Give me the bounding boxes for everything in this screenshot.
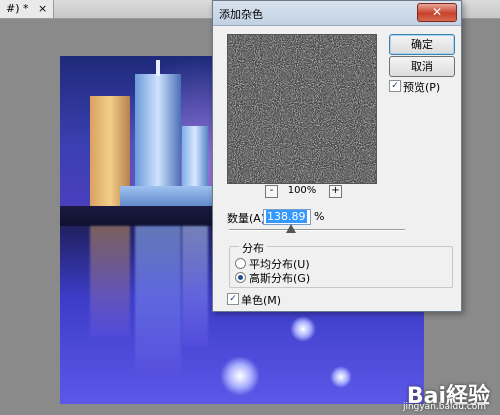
building-spire (156, 60, 160, 76)
reflection-left (90, 226, 130, 336)
dialog-titlebar[interactable]: 添加杂色 ✕ (213, 1, 461, 26)
light-reflection (220, 356, 260, 396)
baidu-watermark: Bai経验 jingyan.baidu.com (403, 378, 490, 412)
close-button[interactable]: ✕ (417, 3, 457, 22)
noise-preview-image (228, 35, 376, 183)
watermark-url: jingyan.baidu.com (402, 402, 486, 412)
amount-input[interactable]: 138.89 (263, 209, 311, 225)
amount-slider-track[interactable] (229, 229, 405, 231)
zoom-controls: - 100% + (227, 185, 377, 201)
light-reflection (330, 366, 352, 388)
zoom-out-button[interactable]: - (265, 185, 278, 198)
amount-slider-thumb[interactable] (285, 224, 296, 233)
dialog-title: 添加杂色 (219, 8, 263, 21)
zoom-in-button[interactable]: + (329, 185, 342, 198)
close-icon[interactable]: × (38, 0, 47, 18)
monochrome-label: 单色(M) (241, 294, 282, 307)
ok-button[interactable]: 确定 (389, 34, 455, 55)
gaussian-label: 高斯分布(G) (249, 272, 311, 285)
document-tab-label: #) * (6, 2, 29, 15)
light-reflection (290, 316, 316, 342)
zoom-level: 100% (287, 185, 317, 196)
monochrome-checkbox[interactable]: ✓ (227, 293, 239, 305)
reflection-right (182, 226, 208, 346)
cancel-button[interactable]: 取消 (389, 56, 455, 77)
distribution-title: 分布 (239, 240, 267, 256)
amount-unit: % (314, 210, 325, 223)
gaussian-radio[interactable] (235, 272, 246, 283)
add-noise-dialog: 添加杂色 ✕ - 100% + 确定 取消 ✓ 预览(P) 数量(A): 138… (212, 0, 462, 312)
document-tab[interactable]: #) * × (0, 0, 55, 18)
preview-label: 预览(P) (403, 81, 441, 94)
reflection-center (135, 226, 181, 376)
close-icon: ✕ (431, 5, 443, 19)
noise-preview[interactable] (227, 34, 377, 184)
amount-value: 138.89 (266, 210, 307, 223)
preview-checkbox[interactable]: ✓ (389, 80, 401, 92)
uniform-radio[interactable] (235, 258, 246, 269)
